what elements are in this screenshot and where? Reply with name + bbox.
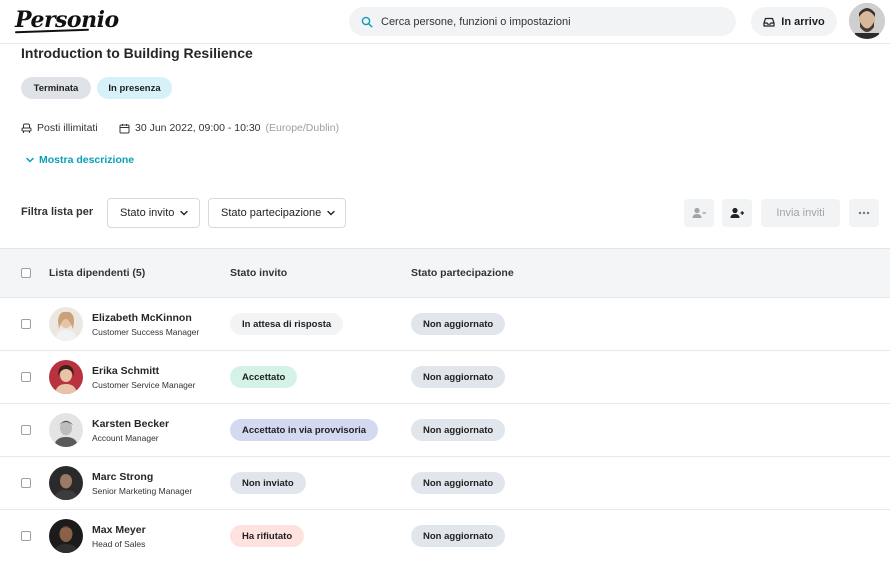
avatar-image: [849, 3, 885, 39]
row-checkbox[interactable]: [21, 478, 31, 488]
avatar: [49, 466, 83, 500]
avatar: [49, 413, 83, 447]
inbox-icon: [763, 17, 775, 27]
timezone-label: (Europe/Dublin): [265, 122, 340, 134]
top-bar: Personio Cerca persone, funzioni o impos…: [0, 0, 890, 44]
user-avatar[interactable]: [849, 3, 885, 39]
date-info: 30 Jun 2022, 09:00 - 10:30 (Europe/Dubli…: [119, 122, 339, 134]
calendar-icon: [119, 123, 130, 133]
employee-name[interactable]: Max Meyer: [92, 524, 146, 536]
participation-status-dropdown-label: Stato partecipazione: [221, 207, 322, 219]
employee-role: Account Manager: [92, 433, 159, 443]
participation-status-badge: Non aggiornato: [411, 525, 506, 547]
participation-status-badge: Non aggiornato: [411, 366, 506, 388]
table-row[interactable]: Marc Strong Senior Marketing Manager Non…: [0, 457, 890, 510]
invite-status-badge: In attesa di risposta: [230, 313, 344, 335]
invite-status-dropdown[interactable]: Stato invito: [107, 198, 200, 228]
chevron-down-icon: [26, 157, 34, 163]
seats-label: Posti illimitati: [37, 122, 98, 134]
participation-status-dropdown[interactable]: Stato partecipazione: [208, 198, 346, 228]
status-badge: Terminata: [21, 77, 91, 99]
inbox-button[interactable]: In arrivo: [751, 7, 837, 36]
column-invite-status[interactable]: Stato invito: [230, 267, 287, 279]
employee-role: Customer Service Manager: [92, 380, 196, 390]
avatar: [49, 307, 83, 341]
row-checkbox[interactable]: [21, 319, 31, 329]
search-placeholder: Cerca persone, funzioni o impostazioni: [381, 15, 571, 28]
row-checkbox[interactable]: [21, 531, 31, 541]
more-options-button[interactable]: [849, 199, 879, 227]
show-description-label: Mostra descrizione: [39, 154, 135, 166]
employee-name[interactable]: Karsten Becker: [92, 418, 169, 430]
select-all-checkbox[interactable]: [21, 268, 31, 278]
chevron-down-icon: [180, 210, 189, 216]
table-row[interactable]: Max Meyer Head of Sales Ha rifiutato Non…: [0, 510, 890, 563]
column-employees[interactable]: Lista dipendenti (5): [49, 267, 145, 279]
remove-participant-button[interactable]: [684, 199, 714, 227]
user-plus-icon: [730, 207, 744, 218]
filter-label: Filtra lista per: [21, 206, 94, 218]
more-horizontal-icon: [858, 211, 870, 215]
participation-status-badge: Non aggiornato: [411, 313, 506, 335]
invite-status-badge: Non inviato: [230, 472, 306, 494]
search-icon: [361, 16, 373, 28]
inbox-label: In arrivo: [781, 15, 825, 28]
table-row[interactable]: Elizabeth McKinnon Customer Success Mana…: [0, 298, 890, 351]
table-header: Lista dipendenti (5) Stato invito Stato …: [0, 248, 890, 298]
participation-status-badge: Non aggiornato: [411, 472, 506, 494]
table-row[interactable]: Erika Schmitt Customer Service Manager A…: [0, 351, 890, 404]
add-participant-button[interactable]: [722, 199, 752, 227]
invite-status-badge: Accettato: [230, 366, 298, 388]
invite-status-dropdown-label: Stato invito: [120, 207, 175, 219]
table-row[interactable]: Karsten Becker Account Manager Accettato…: [0, 404, 890, 457]
employee-role: Customer Success Manager: [92, 327, 200, 337]
seats-info: Posti illimitati: [21, 122, 98, 134]
user-minus-icon: [692, 207, 706, 218]
send-invites-button[interactable]: Invia inviti: [761, 199, 840, 227]
avatar: [49, 360, 83, 394]
employee-role: Senior Marketing Manager: [92, 486, 193, 496]
column-participation-status[interactable]: Stato partecipazione: [411, 267, 514, 279]
page-title: Introduction to Building Resilience: [21, 45, 253, 61]
employee-name[interactable]: Elizabeth McKinnon: [92, 312, 192, 324]
search-input[interactable]: Cerca persone, funzioni o impostazioni: [349, 7, 736, 36]
employee-name[interactable]: Marc Strong: [92, 471, 153, 483]
avatar: [49, 519, 83, 553]
date-label: 30 Jun 2022, 09:00 - 10:30: [135, 122, 261, 134]
row-checkbox[interactable]: [21, 425, 31, 435]
show-description-link[interactable]: Mostra descrizione: [26, 154, 134, 166]
mode-badge: In presenza: [97, 77, 172, 99]
invite-status-badge: Ha rifiutato: [230, 525, 305, 547]
seat-icon: [21, 123, 32, 133]
chevron-down-icon: [327, 210, 335, 216]
participation-status-badge: Non aggiornato: [411, 419, 506, 441]
row-checkbox[interactable]: [21, 372, 31, 382]
employee-name[interactable]: Erika Schmitt: [92, 365, 159, 377]
invite-status-badge: Accettato in via provvisoria: [230, 419, 379, 441]
employee-role: Head of Sales: [92, 539, 146, 549]
